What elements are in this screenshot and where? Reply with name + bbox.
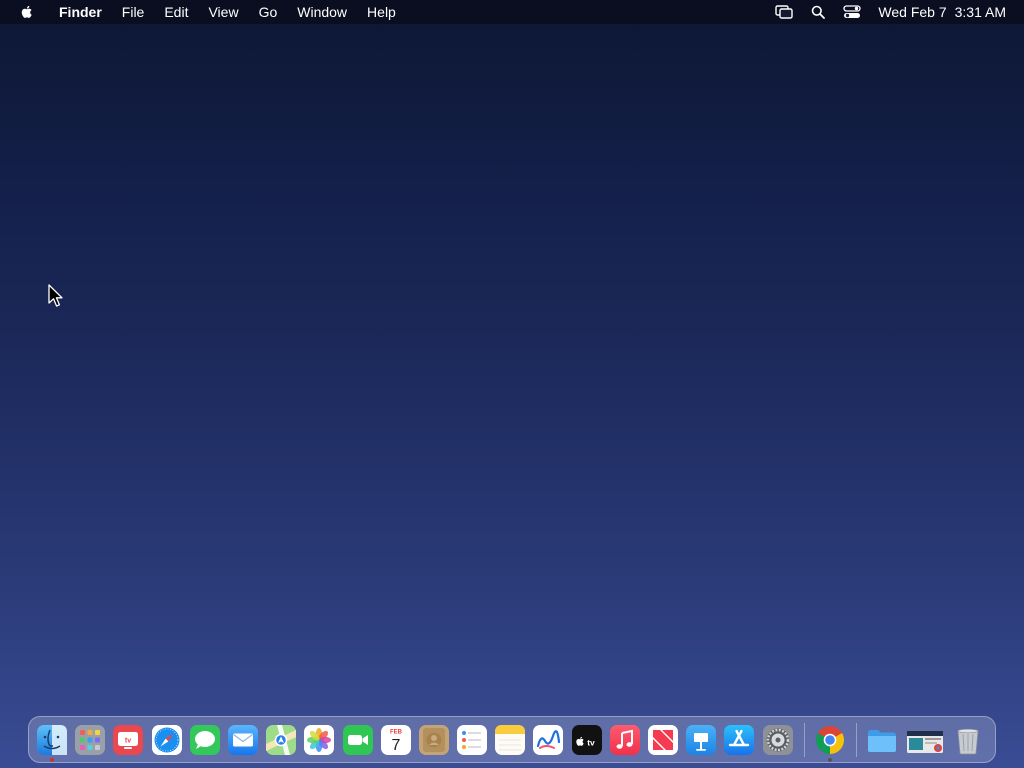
calendar-icon: FEB 7 xyxy=(380,724,411,755)
chrome-icon xyxy=(815,725,844,754)
dock-downloads-folder[interactable] xyxy=(866,724,898,756)
screen-mirroring-icon[interactable] xyxy=(774,4,794,20)
dock-facetime[interactable] xyxy=(342,724,374,756)
photos-icon xyxy=(304,724,335,755)
appletv-icon: tv xyxy=(571,724,602,755)
dock-maps[interactable] xyxy=(265,724,297,756)
dock-freeform[interactable] xyxy=(532,724,564,756)
facetime-icon xyxy=(342,724,373,755)
dock-recent-screenshot[interactable] xyxy=(904,724,946,756)
mail-icon xyxy=(227,724,258,755)
finder-icon xyxy=(37,724,67,755)
clock-date: Wed Feb 7 xyxy=(878,4,947,20)
launchpad-icon xyxy=(75,724,106,755)
dock-music[interactable] xyxy=(609,724,641,756)
menu-edit[interactable]: Edit xyxy=(154,0,198,24)
dock-calendar[interactable]: FEB 7 xyxy=(380,724,412,756)
calendar-day: 7 xyxy=(391,737,400,754)
dock-system-settings[interactable] xyxy=(762,724,794,756)
appstore-icon xyxy=(724,724,755,755)
desktop[interactable]: Finder File Edit View Go Window Help Wed… xyxy=(0,0,1024,768)
trash-icon xyxy=(957,728,979,754)
dock-app-store[interactable] xyxy=(723,724,755,756)
dock-safari[interactable] xyxy=(151,724,183,756)
menu-clock[interactable]: Wed Feb 7 3:31 AM xyxy=(878,4,1006,20)
dock-apple-tv[interactable]: tv xyxy=(571,724,603,756)
running-indicator xyxy=(50,757,54,762)
dock-messages[interactable] xyxy=(189,724,221,756)
dock-notes[interactable] xyxy=(494,724,526,756)
menu-window[interactable]: Window xyxy=(287,0,357,24)
maps-icon xyxy=(266,724,297,755)
contacts-icon xyxy=(418,724,449,755)
dock-launchpad[interactable] xyxy=(74,724,106,756)
dock: tv FEB 7 tv xyxy=(28,716,996,763)
keynote-icon xyxy=(686,724,717,755)
apple-menu-icon[interactable] xyxy=(19,4,35,20)
freeform-icon xyxy=(533,724,564,755)
tv-icon-label: tv xyxy=(125,737,131,744)
dock-news[interactable] xyxy=(647,724,679,756)
dock-reminders[interactable] xyxy=(456,724,488,756)
dock-photos[interactable] xyxy=(303,724,335,756)
screenshot-thumbnail-icon xyxy=(907,730,944,753)
calendar-month: FEB xyxy=(390,729,403,735)
menu-help[interactable]: Help xyxy=(357,0,406,24)
safari-icon xyxy=(151,724,182,755)
reminders-icon xyxy=(457,724,488,755)
dock-mail[interactable] xyxy=(227,724,259,756)
control-center-icon[interactable] xyxy=(842,4,862,20)
messages-icon xyxy=(189,724,220,755)
tv-icon: tv xyxy=(113,724,144,755)
notes-icon xyxy=(495,724,526,755)
dock-trash[interactable] xyxy=(952,724,984,756)
menu-bar: Finder File Edit View Go Window Help Wed… xyxy=(0,0,1024,24)
dock-contacts[interactable] xyxy=(418,724,450,756)
settings-icon xyxy=(762,724,793,755)
menu-view[interactable]: View xyxy=(198,0,248,24)
dock-separator xyxy=(803,722,805,757)
mouse-cursor-icon xyxy=(48,284,63,307)
menu-app-name[interactable]: Finder xyxy=(49,0,112,24)
running-indicator xyxy=(827,757,832,762)
dock-separator xyxy=(855,722,857,757)
clock-time: 3:31 AM xyxy=(954,4,1006,20)
folder-icon xyxy=(867,729,896,752)
menu-go[interactable]: Go xyxy=(249,0,288,24)
music-icon xyxy=(609,724,640,755)
spotlight-search-icon[interactable] xyxy=(808,4,828,20)
dock-finder[interactable] xyxy=(36,724,68,762)
news-icon xyxy=(648,724,678,755)
dock-google-chrome[interactable] xyxy=(814,724,846,762)
apple-tv-icon-label: tv xyxy=(587,737,595,747)
dock-tv[interactable]: tv xyxy=(112,724,144,756)
menu-file[interactable]: File xyxy=(112,0,155,24)
dock-keynote[interactable] xyxy=(685,724,717,756)
